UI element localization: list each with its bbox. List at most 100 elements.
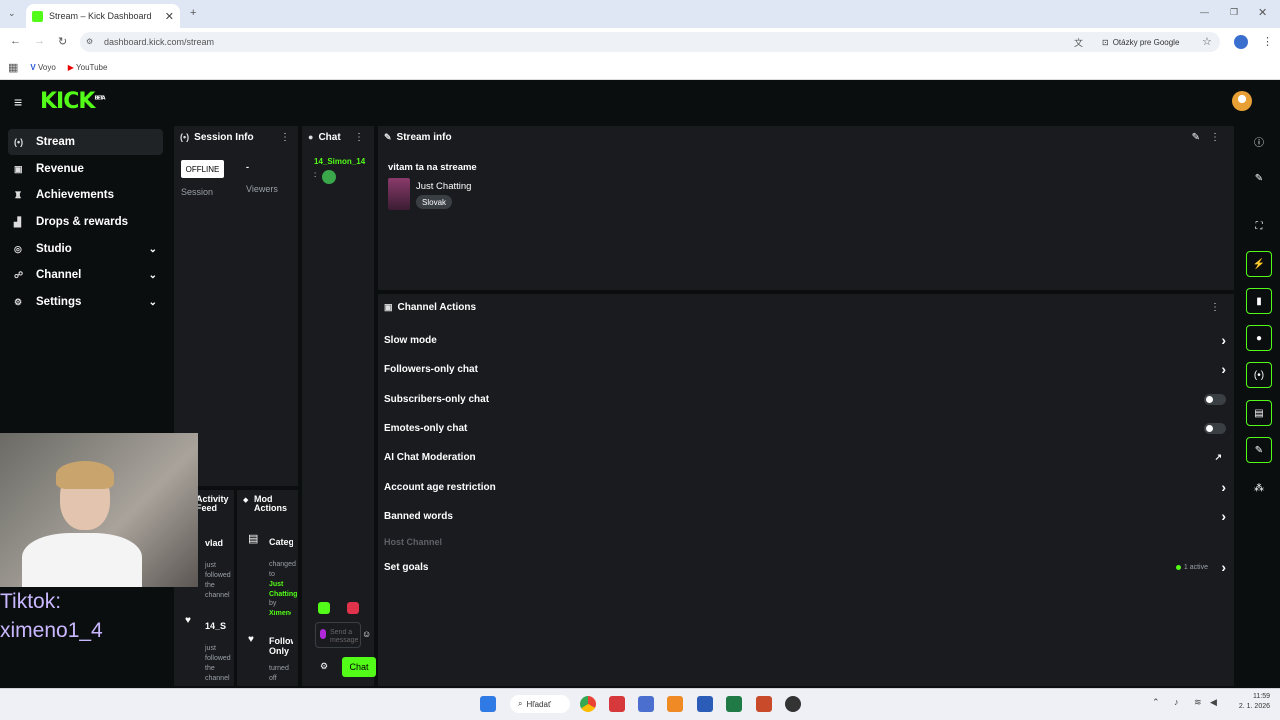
bookmark-star-icon[interactable]: ☆	[1202, 35, 1212, 48]
kebab-menu-icon[interactable]: ⋮	[280, 132, 290, 143]
microphone-tray-icon[interactable]: ♪	[1174, 697, 1179, 707]
quick-actions-icon[interactable]: ⚡	[1246, 251, 1272, 277]
mod-action-by: by	[269, 600, 277, 607]
activity-user[interactable]: vlad	[205, 538, 223, 548]
sidebar-item-channel[interactable]: ☍ Channel ⌄	[8, 262, 163, 288]
gift-icon[interactable]	[347, 602, 359, 614]
taskbar-spacer	[20, 695, 21, 696]
channel-actions-toggle-icon[interactable]: ▤	[1246, 400, 1272, 426]
mod-actions-panel: ◆ Mod Actions ▤ Category changed to Just…	[237, 490, 298, 686]
sidebar-item-drops[interactable]: ▟ Drops & rewards	[8, 209, 163, 235]
reload-icon[interactable]: ↻	[58, 35, 67, 48]
chat-settings-icon[interactable]: ⚙	[320, 661, 328, 672]
voyo-icon: V	[30, 63, 36, 72]
menu-kebab-icon[interactable]: ⋮	[1262, 35, 1273, 48]
new-tab-icon[interactable]: +	[190, 7, 196, 19]
address-bar[interactable]: dashboard.kick.com/stream	[80, 32, 1220, 52]
close-window-icon[interactable]: ✕	[1258, 6, 1267, 19]
followers-only-row[interactable]: Followers-only chat ›	[384, 360, 1230, 378]
layout-icon[interactable]: ⁂	[1250, 479, 1268, 497]
minimize-icon[interactable]: —	[1200, 7, 1209, 17]
fullscreen-icon[interactable]: ⛶	[1250, 217, 1268, 235]
emote-picker-icon[interactable]	[318, 602, 330, 614]
webcam-person-hair	[56, 461, 114, 489]
emoji-icon[interactable]: ☺	[362, 629, 371, 639]
translate-icon[interactable]: 文	[1074, 36, 1083, 49]
kebab-menu-icon[interactable]: ⋮	[1210, 302, 1220, 313]
chat-username[interactable]: 14_Simon_14	[314, 157, 365, 166]
emotes-only-toggle[interactable]	[1204, 422, 1226, 434]
subscribers-only-row: Subscribers-only chat	[384, 390, 1230, 408]
chrome-icon[interactable]	[580, 696, 596, 712]
obs-icon[interactable]	[785, 696, 801, 712]
sidebar-item-achievements[interactable]: ♜ Achievements	[8, 182, 163, 208]
kebab-menu-icon[interactable]: ⋮	[354, 132, 364, 143]
sidebar-item-stream[interactable]: (•) Stream	[8, 129, 163, 155]
apps-grid-icon[interactable]: ▦	[8, 61, 18, 74]
chevron-right-icon: ›	[1221, 508, 1226, 524]
channel-actions-header: ▣ Channel Actions	[378, 296, 1234, 318]
broadcast-toggle-icon[interactable]: (•)	[1246, 362, 1272, 388]
subscribers-only-toggle[interactable]	[1204, 393, 1226, 405]
word-icon[interactable]	[697, 696, 713, 712]
sidebar-item-settings[interactable]: ⚙ Settings ⌄	[8, 289, 163, 315]
chat-toggle-icon[interactable]: ●	[1246, 325, 1272, 351]
set-goals-row[interactable]: Set goals 1 active ›	[384, 558, 1230, 576]
hamburger-menu-icon[interactable]: ≡	[14, 94, 22, 110]
activity-user[interactable]: 14_S	[205, 621, 226, 631]
info-icon[interactable]: ⓘ	[1250, 132, 1268, 150]
google-questions-chip[interactable]: ⊡ Otázky pre Google	[1096, 34, 1186, 50]
category-name[interactable]: Just Chatting	[416, 181, 471, 192]
profile-avatar[interactable]	[1234, 35, 1248, 49]
app-red-icon[interactable]	[609, 696, 625, 712]
edit-icon[interactable]: ✎	[1250, 169, 1268, 187]
goals-badge: 1 active	[1175, 564, 1208, 571]
bookmark-voyo[interactable]: V Voyo	[30, 63, 55, 72]
sidebar-item-label: Stream	[36, 136, 75, 148]
tray-chevron-icon[interactable]: ⌃	[1152, 697, 1160, 708]
back-icon[interactable]: ←	[10, 35, 21, 47]
viewers-value: -	[246, 162, 249, 172]
row-label: AI Chat Moderation	[384, 451, 476, 463]
panel-title: Stream info	[396, 131, 452, 143]
kick-logo[interactable]: KICKBETA	[40, 89, 106, 114]
chat-input[interactable]: Send a message	[315, 622, 361, 648]
tab-list-icon[interactable]: ⌄	[8, 8, 16, 19]
host-channel-row: Host Channel	[384, 533, 1230, 551]
mod-action-user[interactable]: Ximeno	[269, 610, 291, 617]
close-tab-icon[interactable]: ✕	[165, 10, 174, 23]
browser-tab[interactable]: Stream – Kick Dashboard ✕	[26, 4, 180, 28]
save-app-icon[interactable]	[638, 696, 654, 712]
youtube-icon: ▶	[67, 63, 74, 72]
chevron-down-icon: ⌄	[148, 243, 157, 255]
excel-icon[interactable]	[726, 696, 742, 712]
offline-badge: OFFLINE	[181, 160, 224, 178]
ai-moderation-row[interactable]: AI Chat Moderation ↗	[384, 448, 1230, 466]
taskbar-clock[interactable]: 11:59 2. 1. 2026	[1222, 692, 1270, 712]
user-avatar[interactable]	[1232, 91, 1252, 111]
taskbar-search[interactable]: ⌕ Hľadať	[510, 695, 570, 713]
maximize-icon[interactable]: ❐	[1230, 7, 1238, 18]
site-info-icon[interactable]: ⚙	[86, 37, 93, 46]
sidebar-item-studio[interactable]: ◎ Studio ⌄	[8, 236, 163, 262]
sidebar-item-revenue[interactable]: ▣ Revenue	[8, 156, 163, 182]
edit-pencil-icon[interactable]: ✎	[1192, 132, 1200, 143]
external-link-icon: ↗	[1214, 451, 1222, 462]
send-chat-button[interactable]: Chat	[342, 657, 376, 677]
account-age-row[interactable]: Account age restriction ›	[384, 478, 1230, 496]
wifi-icon[interactable]: ≋	[1194, 697, 1202, 708]
powerpoint-icon[interactable]	[756, 696, 772, 712]
emote-icon	[322, 170, 336, 184]
forward-icon[interactable]: →	[34, 35, 45, 47]
kebab-menu-icon[interactable]: ⋮	[1210, 132, 1220, 143]
volume-icon[interactable]: ◀	[1210, 697, 1217, 708]
vlc-icon[interactable]	[667, 696, 683, 712]
banned-words-row[interactable]: Banned words ›	[384, 507, 1230, 525]
slow-mode-row[interactable]: Slow mode ›	[384, 331, 1230, 349]
windows-start-icon[interactable]	[480, 696, 496, 712]
notes-icon[interactable]: ▮	[1246, 288, 1272, 314]
bookmark-youtube[interactable]: ▶ YouTube	[68, 63, 108, 72]
tools-toggle-icon[interactable]: ✎	[1246, 437, 1272, 463]
mod-action-title: Followers Only	[269, 636, 293, 656]
chat-placeholder: Send a message	[330, 629, 359, 644]
